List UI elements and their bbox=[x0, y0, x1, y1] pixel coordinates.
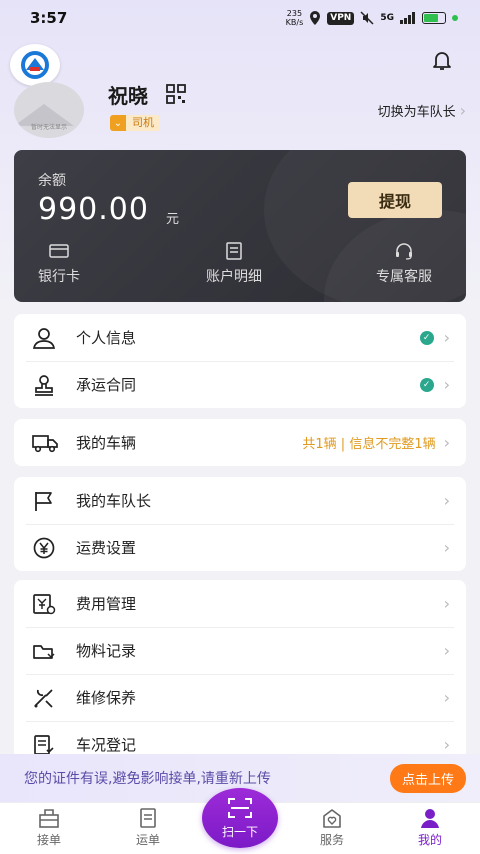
bank-card-icon bbox=[49, 244, 69, 258]
menu-item-personal-info[interactable]: 个人信息 ✓ › bbox=[14, 314, 466, 361]
tab-label: 服务 bbox=[319, 833, 344, 847]
chevron-right-icon: › bbox=[443, 688, 450, 707]
vip-chevron-icon: ⌄ bbox=[110, 115, 126, 131]
menu-label: 我的车辆 bbox=[76, 434, 137, 452]
flag-icon bbox=[32, 489, 60, 513]
chevron-right-icon: › bbox=[443, 594, 450, 613]
account-details-action[interactable]: 账户明细 bbox=[206, 242, 262, 286]
scan-icon bbox=[228, 797, 252, 818]
waybill-icon bbox=[140, 808, 156, 828]
verified-check-icon: ✓ bbox=[419, 377, 434, 392]
withdraw-button[interactable]: 提现 bbox=[348, 182, 442, 218]
verified-check-icon: ✓ bbox=[419, 330, 434, 345]
notice-text: 您的证件有误,避免影响接单,请重新上传 bbox=[24, 771, 271, 787]
menu-label: 物料记录 bbox=[76, 642, 137, 660]
menu-item-maintenance[interactable]: 维修保养 › bbox=[14, 674, 466, 721]
menu-label: 费用管理 bbox=[76, 595, 137, 613]
role-badge: ⌄ 司机 bbox=[110, 115, 160, 131]
tab-services[interactable]: 服务 bbox=[297, 807, 367, 848]
bell-icon[interactable] bbox=[430, 48, 454, 72]
switch-role-label: 切换为车队长 bbox=[377, 105, 456, 120]
menu-item-expense-management[interactable]: 费用管理 › bbox=[14, 580, 466, 627]
menu-group-vehicle: 我的车辆 共1辆 | 信息不完整1辆 › bbox=[14, 419, 466, 466]
chevron-right-icon: › bbox=[443, 328, 450, 347]
chevron-right-icon: › bbox=[443, 538, 450, 557]
menu-label: 运费设置 bbox=[76, 539, 137, 557]
truck-icon bbox=[32, 431, 60, 455]
stamp-icon bbox=[32, 373, 60, 397]
chevron-right-icon: › bbox=[443, 433, 450, 452]
expense-icon bbox=[32, 592, 60, 616]
tab-label: 我的 bbox=[417, 833, 442, 847]
customer-service-label: 专属客服 bbox=[376, 269, 432, 285]
status-icons: 235 KB/s VPN 5G bbox=[286, 9, 458, 27]
bank-card-action[interactable]: 银行卡 bbox=[38, 242, 80, 286]
account-details-label: 账户明细 bbox=[206, 269, 262, 285]
tab-waybills[interactable]: 运单 bbox=[113, 807, 183, 848]
role-label: 司机 bbox=[126, 115, 160, 131]
chevron-right-icon: › bbox=[443, 491, 450, 510]
chevron-right-icon: › bbox=[459, 101, 466, 120]
customer-service-action[interactable]: 专属客服 bbox=[376, 242, 432, 286]
account-details-icon bbox=[226, 242, 242, 260]
tab-mine[interactable]: 我的 bbox=[395, 807, 465, 848]
tab-label: 运单 bbox=[135, 833, 160, 847]
location-icon bbox=[310, 11, 321, 25]
scan-label: 扫一下 bbox=[221, 824, 258, 839]
bank-card-label: 银行卡 bbox=[38, 269, 80, 285]
material-icon bbox=[32, 639, 60, 663]
service-icon bbox=[323, 809, 341, 828]
user-name: 祝晓 bbox=[108, 84, 148, 108]
menu-label: 承运合同 bbox=[76, 376, 137, 394]
menu-item-contract[interactable]: 承运合同 ✓ › bbox=[14, 361, 466, 408]
upload-button[interactable]: 点击上传 bbox=[389, 763, 466, 793]
menu-group-profile: 个人信息 ✓ › 承运合同 ✓ › bbox=[14, 314, 466, 408]
user-icon bbox=[32, 326, 60, 350]
chevron-right-icon: › bbox=[443, 735, 450, 754]
status-time: 3:57 bbox=[30, 9, 68, 27]
order-take-icon bbox=[39, 809, 59, 828]
checklist-icon bbox=[32, 733, 60, 757]
vehicle-status: 共1辆 | 信息不完整1辆 bbox=[302, 437, 436, 452]
menu-item-material-records[interactable]: 物料记录 › bbox=[14, 627, 466, 674]
battery-icon bbox=[422, 12, 446, 24]
qr-code-icon[interactable] bbox=[166, 84, 186, 104]
chevron-right-icon: › bbox=[443, 641, 450, 660]
scan-button[interactable]: 扫一下 bbox=[202, 788, 278, 848]
menu-group-fleet: 我的车队长 › 运费设置 › bbox=[14, 477, 466, 571]
profile-icon bbox=[421, 809, 439, 828]
balance-label: 余额 bbox=[38, 173, 66, 189]
mute-icon bbox=[360, 11, 374, 25]
menu-label: 个人信息 bbox=[76, 329, 137, 347]
status-bar: 3:57 235 KB/s VPN 5G bbox=[0, 0, 480, 36]
menu-item-freight-settings[interactable]: 运费设置 › bbox=[14, 524, 466, 571]
tab-label: 接单 bbox=[36, 833, 61, 847]
net-speed: 235 KB/s bbox=[285, 9, 304, 27]
menu-label: 我的车队长 bbox=[76, 492, 152, 510]
headset-icon bbox=[396, 243, 412, 260]
privacy-dot bbox=[452, 15, 458, 21]
tab-take-orders[interactable]: 接单 bbox=[14, 807, 84, 848]
menu-group-management: 费用管理 › 物料记录 › 维修保养 › 车况登记 › bbox=[14, 580, 466, 770]
vpn-badge: VPN bbox=[327, 11, 355, 25]
menu-item-my-vehicles[interactable]: 我的车辆 共1辆 | 信息不完整1辆 › bbox=[14, 419, 466, 466]
tools-icon bbox=[32, 686, 60, 710]
chevron-right-icon: › bbox=[443, 375, 450, 394]
balance-card: 余额 990.00 元 提现 银行卡 账户明细 专属客服 bbox=[14, 150, 466, 302]
balance-unit: 元 bbox=[166, 212, 180, 227]
signal-icon bbox=[400, 12, 415, 24]
switch-role-link[interactable]: 切换为车队长 › bbox=[378, 101, 466, 120]
menu-label: 车况登记 bbox=[76, 736, 137, 754]
balance-amount: 990.00 bbox=[38, 192, 149, 227]
menu-item-fleet-leader[interactable]: 我的车队长 › bbox=[14, 477, 466, 524]
signal-type: 5G bbox=[380, 13, 394, 23]
yen-icon bbox=[32, 536, 60, 560]
avatar[interactable]: 暂时无法显示 bbox=[14, 82, 84, 138]
menu-label: 维修保养 bbox=[76, 689, 137, 707]
app-logo-icon bbox=[10, 44, 60, 86]
avatar-caption: 暂时无法显示 bbox=[30, 124, 67, 131]
